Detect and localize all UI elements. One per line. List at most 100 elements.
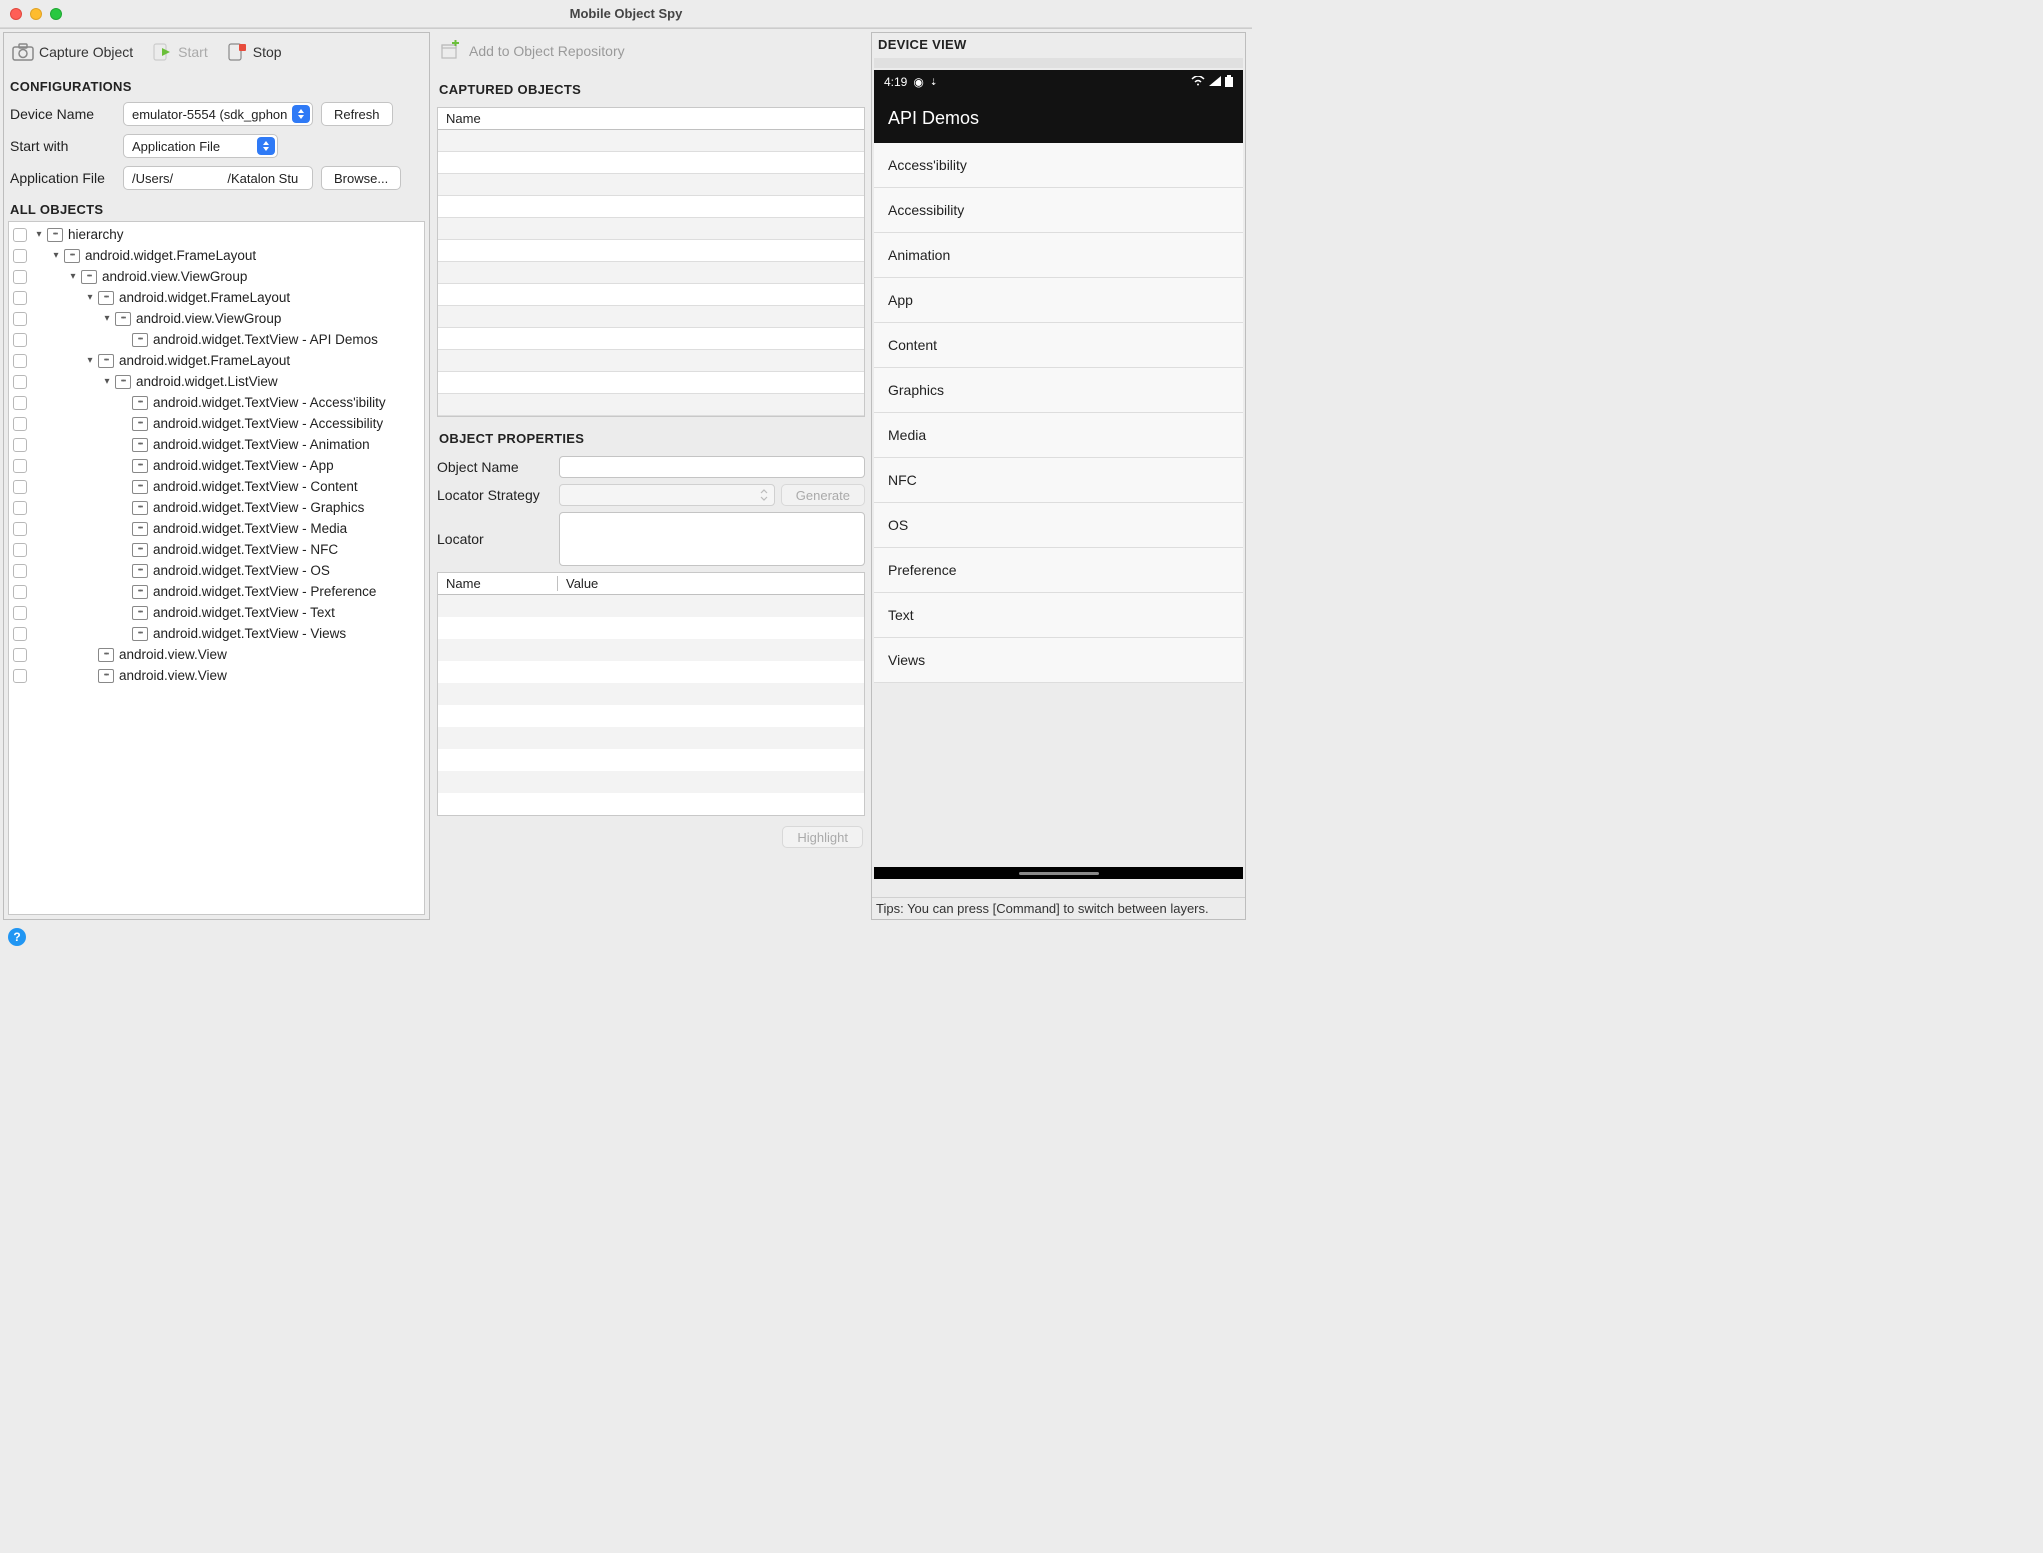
tree-row[interactable]: •••android.widget.TextView - App [9, 455, 424, 476]
tree-row[interactable]: •••android.view.ViewGroup [9, 308, 424, 329]
tree-row[interactable]: •••android.widget.TextView - Media [9, 518, 424, 539]
tree-toggle-icon[interactable] [67, 271, 79, 283]
table-row[interactable] [438, 372, 864, 394]
tree-checkbox[interactable] [13, 648, 27, 662]
tree-toggle-icon[interactable] [101, 313, 113, 325]
application-file-input[interactable]: /Users/ /Katalon Stu [123, 166, 313, 190]
table-row[interactable] [438, 196, 864, 218]
tree-row[interactable]: •••android.widget.FrameLayout [9, 350, 424, 371]
tree-toggle-icon[interactable] [33, 229, 45, 241]
tree-checkbox[interactable] [13, 228, 27, 242]
generate-button[interactable]: Generate [781, 484, 865, 506]
browse-button[interactable]: Browse... [321, 166, 401, 190]
device-list-item[interactable]: Accessibility [874, 188, 1243, 233]
device-list-item[interactable]: Views [874, 638, 1243, 683]
tree-checkbox[interactable] [13, 270, 27, 284]
tree-checkbox[interactable] [13, 522, 27, 536]
table-row[interactable] [438, 306, 864, 328]
table-row[interactable] [438, 727, 864, 749]
tree-checkbox[interactable] [13, 480, 27, 494]
table-row[interactable] [438, 661, 864, 683]
table-row[interactable] [438, 595, 864, 617]
tree-checkbox[interactable] [13, 333, 27, 347]
tree-checkbox[interactable] [13, 459, 27, 473]
table-row[interactable] [438, 240, 864, 262]
tree-row[interactable]: •••android.view.ViewGroup [9, 266, 424, 287]
tree-checkbox[interactable] [13, 312, 27, 326]
tree-toggle-icon[interactable] [84, 355, 96, 367]
device-list-item[interactable]: Text [874, 593, 1243, 638]
properties-table[interactable]: Name Value [437, 572, 865, 816]
object-name-input[interactable] [559, 456, 865, 478]
table-row[interactable] [438, 749, 864, 771]
tree-checkbox[interactable] [13, 543, 27, 557]
tree-row[interactable]: •••android.view.View [9, 644, 424, 665]
device-list-item[interactable]: App [874, 278, 1243, 323]
table-row[interactable] [438, 771, 864, 793]
tree-row[interactable]: •••hierarchy [9, 224, 424, 245]
tree-row[interactable]: •••android.widget.ListView [9, 371, 424, 392]
tree-row[interactable]: •••android.widget.FrameLayout [9, 287, 424, 308]
tree-checkbox[interactable] [13, 417, 27, 431]
device-list-item[interactable]: Content [874, 323, 1243, 368]
table-row[interactable] [438, 328, 864, 350]
tree-toggle-icon[interactable] [101, 376, 113, 388]
start-button[interactable]: Start [151, 41, 208, 63]
tree-row[interactable]: •••android.widget.TextView - API Demos [9, 329, 424, 350]
add-to-repository-button[interactable]: Add to Object Repository [437, 33, 865, 68]
table-row[interactable] [438, 394, 864, 416]
tree-row[interactable]: •••android.widget.TextView - Views [9, 623, 424, 644]
tree-row[interactable]: •••android.widget.TextView - Content [9, 476, 424, 497]
device-list-item[interactable]: Access'ibility [874, 143, 1243, 188]
tree-checkbox[interactable] [13, 585, 27, 599]
device-list[interactable]: Access'ibilityAccessibilityAnimationAppC… [874, 143, 1243, 867]
tree-checkbox[interactable] [13, 291, 27, 305]
tree-checkbox[interactable] [13, 501, 27, 515]
table-row[interactable] [438, 793, 864, 815]
device-list-item[interactable]: Graphics [874, 368, 1243, 413]
tree-row[interactable]: •••android.view.View [9, 665, 424, 686]
table-row[interactable] [438, 617, 864, 639]
tree-row[interactable]: •••android.widget.TextView - OS [9, 560, 424, 581]
table-row[interactable] [438, 350, 864, 372]
table-row[interactable] [438, 284, 864, 306]
device-list-item[interactable]: OS [874, 503, 1243, 548]
tree-row[interactable]: •••android.widget.TextView - Preference [9, 581, 424, 602]
tree-row[interactable]: •••android.widget.TextView - Animation [9, 434, 424, 455]
table-row[interactable] [438, 174, 864, 196]
tree-checkbox[interactable] [13, 396, 27, 410]
tree-row[interactable]: •••android.widget.TextView - Accessibili… [9, 413, 424, 434]
table-row[interactable] [438, 705, 864, 727]
device-list-item[interactable]: Animation [874, 233, 1243, 278]
tree-checkbox[interactable] [13, 375, 27, 389]
tree-toggle-icon[interactable] [50, 250, 62, 262]
start-with-select[interactable]: Application File [123, 134, 278, 158]
tree-checkbox[interactable] [13, 564, 27, 578]
table-row[interactable] [438, 639, 864, 661]
device-frame[interactable]: 4:19 ◉ ⇣ [874, 70, 1243, 879]
device-name-select[interactable]: emulator-5554 (sdk_gphon [123, 102, 313, 126]
tree-row[interactable]: •••android.widget.FrameLayout [9, 245, 424, 266]
tree-toggle-icon[interactable] [84, 292, 96, 304]
tree-row[interactable]: •••android.widget.TextView - Text [9, 602, 424, 623]
table-row[interactable] [438, 262, 864, 284]
captured-objects-table[interactable]: Name [437, 107, 865, 417]
table-row[interactable] [438, 683, 864, 705]
device-scrollbar[interactable] [874, 58, 1243, 68]
tree-checkbox[interactable] [13, 627, 27, 641]
tree-checkbox[interactable] [13, 438, 27, 452]
capture-object-button[interactable]: Capture Object [12, 41, 133, 63]
tree-checkbox[interactable] [13, 669, 27, 683]
tree-checkbox[interactable] [13, 249, 27, 263]
refresh-button[interactable]: Refresh [321, 102, 393, 126]
stop-button[interactable]: Stop [226, 41, 282, 63]
help-button[interactable]: ? [8, 928, 26, 946]
table-row[interactable] [438, 130, 864, 152]
table-row[interactable] [438, 218, 864, 240]
locator-textarea[interactable] [559, 512, 865, 566]
table-row[interactable] [438, 152, 864, 174]
tree-row[interactable]: •••android.widget.TextView - NFC [9, 539, 424, 560]
highlight-button[interactable]: Highlight [782, 826, 863, 848]
object-tree[interactable]: •••hierarchy•••android.widget.FrameLayou… [8, 221, 425, 915]
device-list-item[interactable]: Preference [874, 548, 1243, 593]
